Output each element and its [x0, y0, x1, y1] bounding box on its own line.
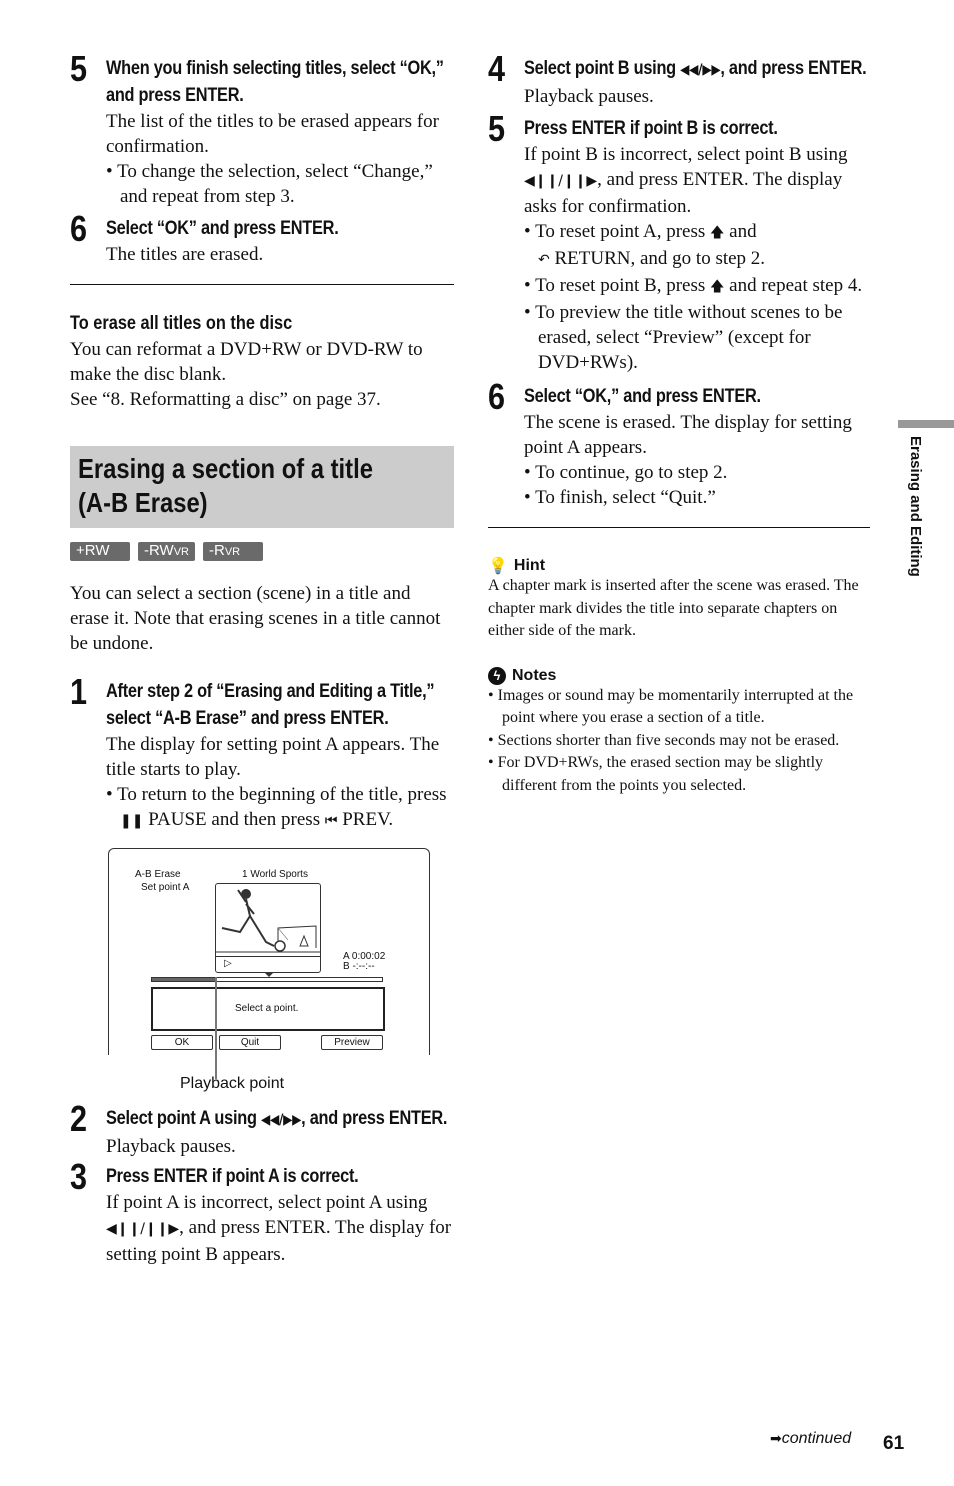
step-1-ab-erase: 1 After step 2 of “Erasing and Editing a…	[70, 674, 454, 834]
notes-section: ϟ Notes • Images or sound may be momenta…	[488, 666, 870, 798]
step-number: 6	[70, 208, 88, 249]
notes-heading: ϟ Notes	[488, 666, 870, 685]
rewind-fastforward-icon: ◀◀/▶▶	[680, 62, 721, 78]
screen-preview-button[interactable]: Preview	[321, 1035, 383, 1050]
video-thumbnail: ▷	[215, 883, 321, 973]
screen-mode-label: A-B Erase	[135, 869, 181, 880]
step-4-select-point-b: 4 Select point B using ◀◀/▶▶, and press …	[488, 51, 870, 109]
progress-bar[interactable]	[151, 977, 383, 982]
message-box: Select a point.	[151, 987, 385, 1031]
page-number: 61	[883, 1433, 905, 1454]
side-tab-bar	[898, 420, 954, 428]
step-heading: After step 2 of “Erasing and Editing a T…	[106, 681, 435, 729]
step-number: 3	[70, 1156, 88, 1197]
step-heading: Select point B using ◀◀/▶▶, and press EN…	[524, 58, 867, 79]
rewind-fastforward-icon: ◀◀/▶▶	[260, 1112, 302, 1128]
pause-icon: ❚❚	[120, 813, 144, 829]
notes-caution-icon: ϟ	[488, 666, 506, 685]
step-number: 5	[488, 108, 506, 149]
step-bullet: • To reset point B, press 🡅 and repeat s…	[524, 275, 863, 296]
step-body: If point A is incorrect, select point A …	[106, 1192, 452, 1265]
progress-fill	[152, 978, 217, 981]
step-number: 1	[70, 671, 88, 712]
step-number: 2	[70, 1098, 88, 1139]
prev-icon: ⏮	[324, 813, 338, 829]
point-b-time: B -:--:--	[343, 961, 375, 972]
screen-ok-button[interactable]: OK	[151, 1035, 213, 1050]
step-bullet: • To return to the beginning of the titl…	[106, 784, 447, 830]
step-5-erase-titles: 5 When you finish selecting titles, sele…	[70, 51, 454, 209]
side-tab: Erasing and Editing	[904, 436, 924, 606]
note-item: • Sections shorter than five seconds may…	[488, 731, 840, 749]
step-6-select-ok: 6 Select “OK” and press ENTER. The title…	[70, 211, 454, 267]
step-body: The titles are erased.	[106, 244, 264, 265]
step-body: If point B is incorrect, select point B …	[524, 144, 848, 217]
side-tab-label: Erasing and Editing	[907, 436, 924, 577]
section-title: Erasing a section of a title (A-B Erase)	[78, 453, 373, 518]
step-number: 4	[488, 48, 506, 89]
step-bullet: • To preview the title without scenes to…	[524, 302, 843, 373]
up-arrow-icon: 🡅	[710, 225, 725, 241]
soccer-player-illustration	[216, 889, 320, 953]
section-banner: Erasing a section of a title (A-B Erase)	[70, 446, 454, 528]
hint-section: 💡 Hint A chapter mark is inserted after …	[488, 556, 870, 643]
screen-title-name: 1 World Sports	[242, 869, 308, 880]
note-item: • Images or sound may be momentarily int…	[488, 686, 854, 727]
slow-step-icon: ◀❙❙/❙❙▶	[106, 1221, 180, 1237]
message-text: Select a point.	[235, 1003, 299, 1014]
paragraph: You can reformat a DVD+RW or DVD-RW to m…	[70, 339, 423, 385]
step-heading: Press ENTER if point A is correct.	[106, 1166, 359, 1187]
right-column: 4 Select point B using ◀◀/▶▶, and press …	[488, 51, 870, 798]
play-icon: ▷	[224, 958, 232, 969]
step-2-select-point-a: 2 Select point A using ◀◀/▶▶, and press …	[70, 1101, 454, 1159]
badge-minus-r-vr: -RVR	[203, 542, 263, 561]
screen-sub-mode: Set point A	[141, 882, 190, 893]
badge-plus-rw: +RW	[70, 542, 130, 561]
divider	[70, 284, 454, 285]
hint-heading: 💡 Hint	[488, 556, 546, 575]
continued-indicator: ➡ continued	[770, 1430, 852, 1447]
slow-step-icon: ◀❙❙/❙❙▶	[524, 173, 598, 189]
up-arrow-icon: 🡅	[710, 279, 725, 295]
return-icon: ↶	[538, 252, 550, 268]
hint-body: A chapter mark is inserted after the sce…	[488, 577, 859, 639]
step-heading: When you finish selecting titles, select…	[106, 58, 444, 106]
subheading: To erase all titles on the disc	[70, 313, 293, 334]
step-heading: Press ENTER if point B is correct.	[524, 118, 778, 139]
step-number: 5	[70, 48, 88, 89]
step-body: The scene is erased. The display for set…	[524, 412, 852, 458]
ab-erase-screen: A-B Erase Set point A 1 World Sports ▷ A…	[108, 848, 430, 1079]
screen-quit-button[interactable]: Quit	[219, 1035, 281, 1050]
step-heading: Select “OK,” and press ENTER.	[524, 386, 761, 407]
step-body: Playback pauses.	[106, 1136, 236, 1157]
step-heading: Select “OK” and press ENTER.	[106, 218, 339, 239]
lightbulb-icon: 💡	[488, 556, 508, 575]
step-bullet: • To finish, select “Quit.”	[524, 487, 716, 508]
divider	[488, 527, 870, 528]
playback-point-label: Playback point	[180, 1075, 285, 1092]
step-bullet: • To reset point A, press 🡅 and ↶ RETURN…	[524, 221, 766, 269]
left-column: 5 When you finish selecting titles, sele…	[70, 51, 454, 1267]
step-bullet: • To change the selection, select “Chang…	[106, 161, 433, 207]
disc-type-badges: +RW -RWVR -RVR	[70, 542, 454, 561]
badge-minus-rw-vr: -RWVR	[138, 542, 195, 561]
step-5-confirm-point-b: 5 Press ENTER if point B is correct. If …	[488, 111, 870, 375]
right-arrow-icon: ➡	[770, 1431, 782, 1447]
note-item: • For DVD+RWs, the erased section may be…	[488, 754, 824, 794]
step-bullet: • To continue, go to step 2.	[524, 462, 728, 483]
playback-point-callout-line	[215, 977, 218, 1079]
step-body: Playback pauses.	[524, 86, 654, 107]
step-body: The list of the titles to be erased appe…	[106, 111, 439, 157]
step-6-select-ok: 6 Select “OK,” and press ENTER. The scen…	[488, 379, 870, 510]
cross-reference: See “8. Reformatting a disc” on page 37.	[70, 389, 381, 410]
step-heading: Select point A using ◀◀/▶▶, and press EN…	[106, 1108, 448, 1129]
section-intro: You can select a section (scene) in a ti…	[70, 583, 441, 654]
erase-all-section: To erase all titles on the disc You can …	[70, 311, 454, 412]
step-3-confirm-point-a: 3 Press ENTER if point A is correct. If …	[70, 1159, 454, 1267]
step-number: 6	[488, 376, 506, 417]
step-body: The display for setting point A appears.…	[106, 734, 440, 780]
